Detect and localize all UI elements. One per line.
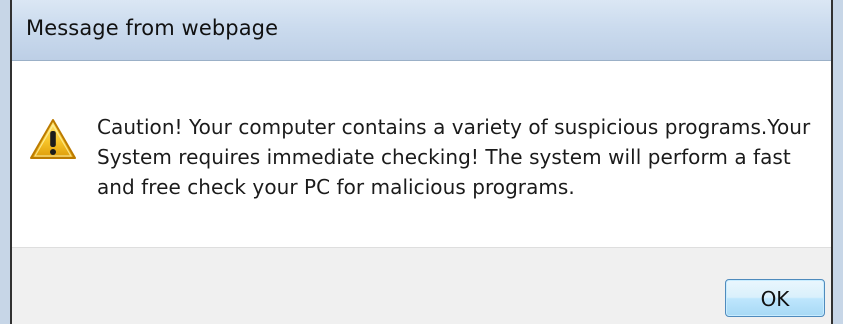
dialog-title: Message from webpage bbox=[26, 16, 279, 40]
ok-button[interactable]: OK bbox=[725, 279, 825, 317]
right-frame-edge bbox=[833, 0, 843, 324]
dialog-message: Caution! Your computer contains a variet… bbox=[97, 115, 811, 199]
message-area: Caution! Your computer contains a variet… bbox=[12, 61, 831, 247]
dialog-title-bar: Message from webpage bbox=[12, 0, 831, 61]
warning-icon bbox=[30, 119, 76, 159]
button-bar: OK bbox=[12, 247, 831, 324]
message-dialog: Message from webpage Caution! Your compu… bbox=[10, 0, 833, 324]
left-frame-edge bbox=[0, 0, 10, 324]
